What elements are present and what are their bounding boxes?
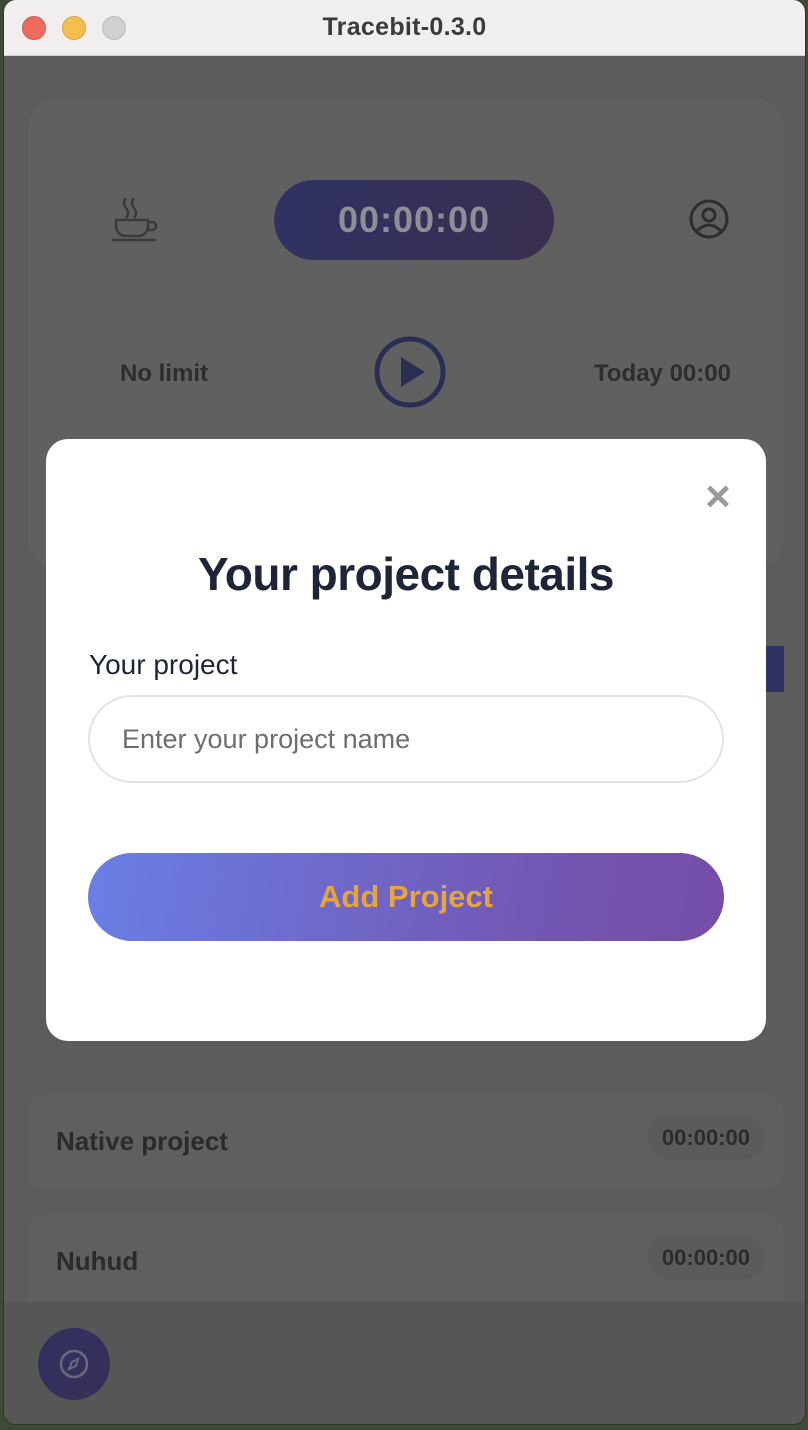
project-name: Nuhud (56, 1246, 139, 1276)
user-circle-icon[interactable] (688, 198, 730, 240)
compass-icon (59, 1349, 89, 1379)
play-icon[interactable] (372, 334, 448, 410)
project-time: 00:00:00 (647, 1236, 764, 1280)
bottom-nav (4, 1302, 805, 1424)
close-icon[interactable]: × (698, 475, 738, 519)
project-name: Native project (56, 1126, 228, 1156)
coffee-icon[interactable] (108, 192, 160, 244)
project-card[interactable]: Nuhud 00:00:00 (26, 1214, 784, 1310)
add-project-button[interactable]: Add Project (88, 853, 724, 941)
modal-title: Your project details (197, 548, 615, 600)
project-name-input[interactable] (88, 695, 724, 783)
explore-button[interactable] (38, 1328, 110, 1400)
window-title: Tracebit-0.3.0 (322, 13, 487, 41)
project-time: 00:00:00 (647, 1116, 764, 1160)
today-total: Today 00:00 (594, 360, 731, 387)
project-field-label: Your project (89, 649, 238, 680)
timer-display: 00:00:00 (274, 180, 554, 260)
project-card[interactable]: Native project 00:00:00 (26, 1094, 784, 1190)
title-bar: Tracebit-0.3.0 (4, 0, 805, 56)
project-details-modal: × Your project details Your project Add … (46, 439, 766, 1041)
limit-label[interactable]: No limit (120, 360, 208, 388)
